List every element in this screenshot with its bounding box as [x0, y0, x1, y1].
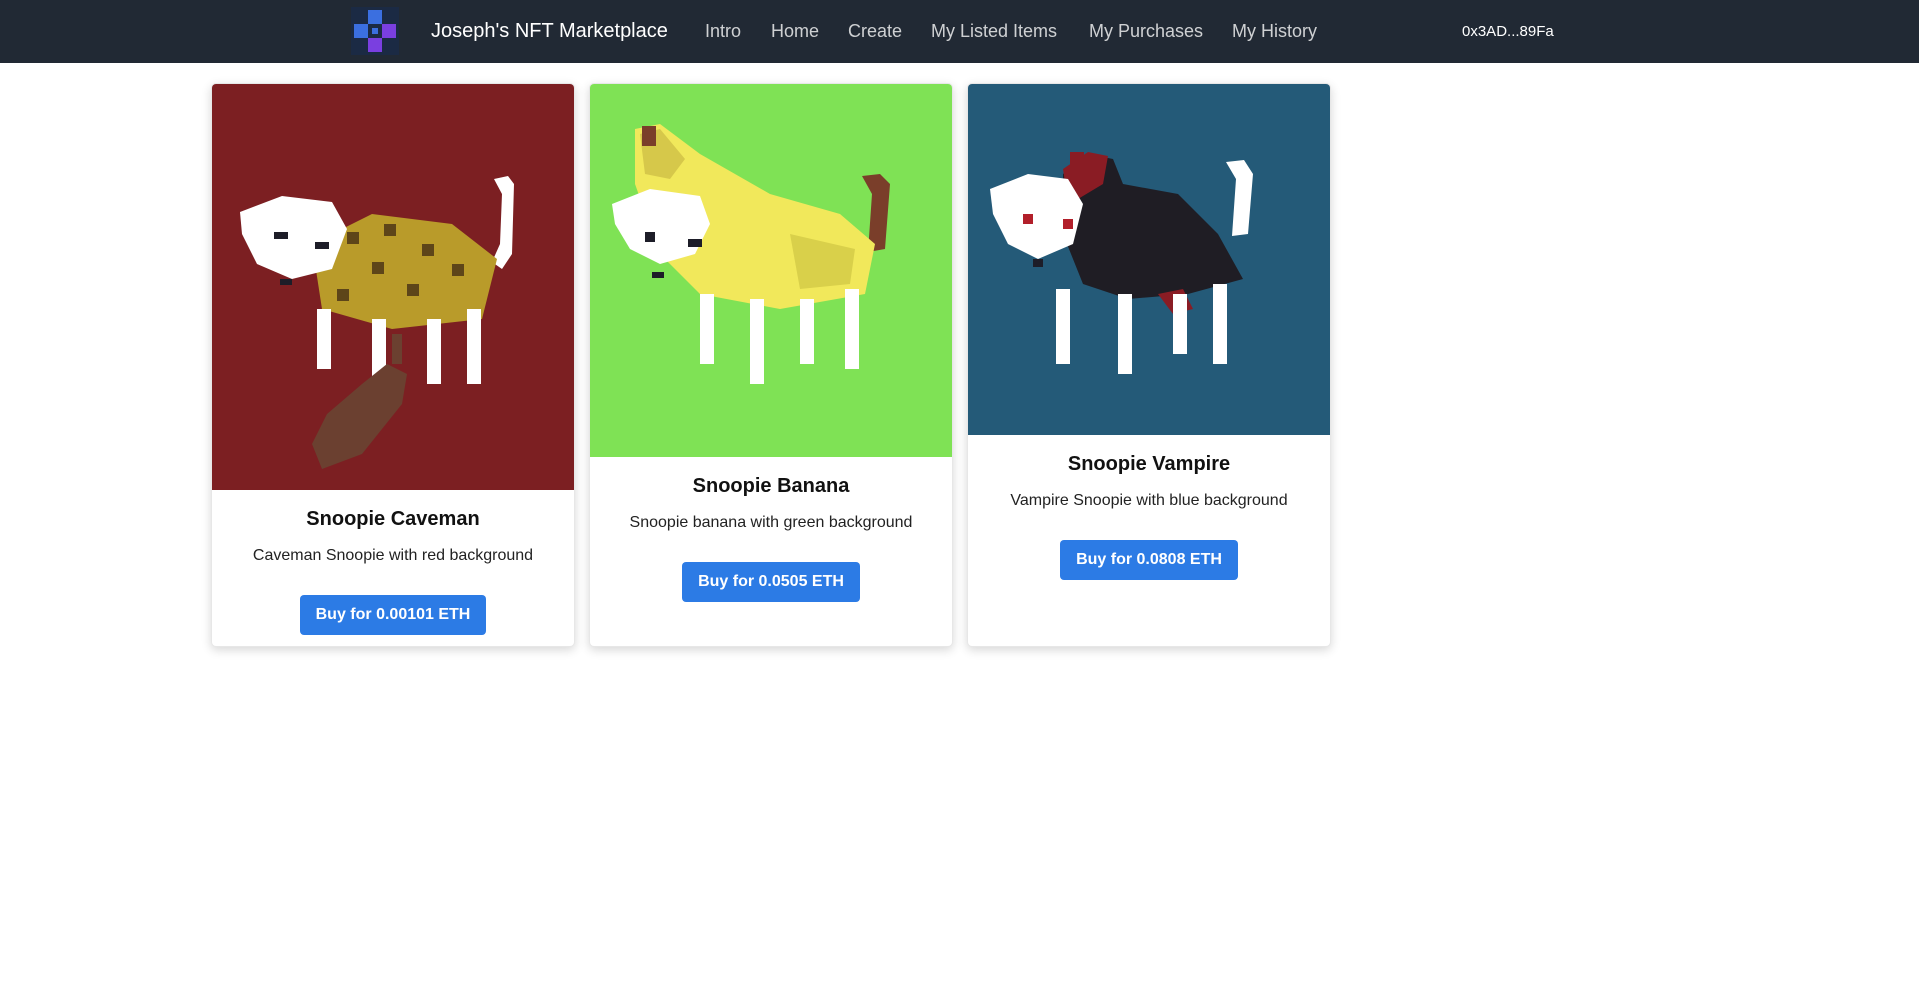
nav-link-my-listed-items[interactable]: My Listed Items	[931, 0, 1057, 63]
nav-link-my-history[interactable]: My History	[1232, 0, 1317, 63]
nav-link-create[interactable]: Create	[848, 0, 902, 63]
brand-title[interactable]: Joseph's NFT Marketplace	[431, 0, 668, 63]
nft-title: Snoopie Banana	[692, 475, 850, 497]
nft-title: Snoopie Caveman	[306, 508, 480, 530]
nft-description: Caveman Snoopie with red background	[252, 547, 534, 564]
buy-button-caveman[interactable]: Buy for 0.00101 ETH	[299, 595, 487, 635]
nft-image-caveman	[212, 84, 574, 490]
nav-link-my-purchases[interactable]: My Purchases	[1089, 0, 1203, 63]
nft-card-banana: Snoopie Banana Snoopie banana with green…	[589, 83, 953, 647]
nft-title: Snoopie Vampire	[1067, 453, 1231, 475]
logo-icon[interactable]	[351, 7, 399, 55]
nav-link-home[interactable]: Home	[771, 0, 819, 63]
nft-card-vampire: Snoopie Vampire Vampire Snoopie with blu…	[967, 83, 1331, 647]
nft-card-caveman: Snoopie Caveman Caveman Snoopie with red…	[211, 83, 575, 647]
top-navbar: Joseph's NFT Marketplace Intro Home Crea…	[0, 0, 1919, 63]
nft-image-banana	[590, 84, 952, 457]
nft-image-vampire	[968, 84, 1330, 435]
wallet-address-button[interactable]: 0x3AD...89Fa	[1462, 0, 1554, 63]
buy-button-banana[interactable]: Buy for 0.0505 ETH	[682, 562, 860, 602]
nav-link-intro[interactable]: Intro	[705, 0, 741, 63]
buy-button-vampire[interactable]: Buy for 0.0808 ETH	[1060, 540, 1238, 580]
nft-description: Vampire Snoopie with blue background	[1010, 492, 1288, 509]
nft-description: Snoopie banana with green background	[629, 514, 913, 531]
